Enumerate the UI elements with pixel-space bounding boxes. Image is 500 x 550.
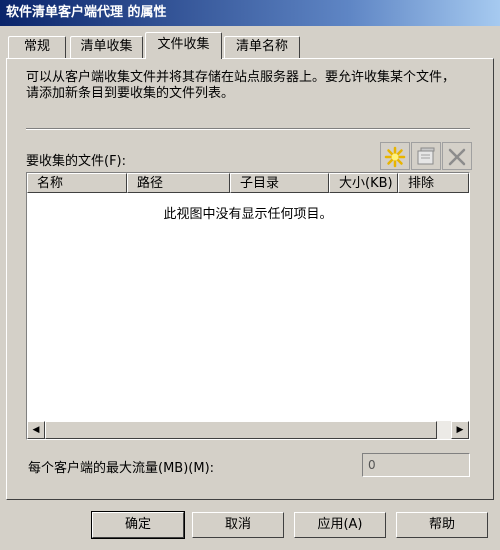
- file-list-label: 要收集的文件(F):: [26, 154, 127, 169]
- column-header-subdirectory[interactable]: 子目录: [230, 173, 329, 193]
- new-star-icon: [384, 146, 406, 168]
- empty-list-message: 此视图中没有显示任何项目。: [163, 207, 333, 222]
- new-entry-button[interactable]: [380, 142, 410, 170]
- delete-x-icon: [448, 148, 466, 166]
- file-list-view[interactable]: 名称 路径 子目录 大小(KB) 排除 此视图中没有显示任何项目。 ◀ ▶: [26, 172, 470, 440]
- window-title: 软件清单客户端代理 的属性: [0, 0, 500, 26]
- separator: [26, 128, 470, 130]
- ok-button[interactable]: 确定: [91, 511, 185, 539]
- description-text: 可以从客户端收集文件并将其存储在站点服务器上。要允许收集某个文件，请添加新条目到…: [26, 70, 456, 101]
- help-button[interactable]: 帮助: [396, 512, 488, 538]
- tab-inventory-names[interactable]: 清单名称: [224, 36, 300, 58]
- column-header-name[interactable]: 名称: [27, 173, 127, 193]
- horizontal-scrollbar[interactable]: ◀ ▶: [27, 421, 469, 439]
- max-bandwidth-field[interactable]: 0: [362, 453, 470, 477]
- scroll-thumb[interactable]: [45, 421, 437, 439]
- column-header-path[interactable]: 路径: [127, 173, 230, 193]
- cancel-button[interactable]: 取消: [192, 512, 284, 538]
- tab-inventory-collection[interactable]: 清单收集: [70, 36, 143, 58]
- scroll-left-button[interactable]: ◀: [27, 421, 45, 439]
- delete-button[interactable]: [442, 142, 472, 170]
- max-bandwidth-label: 每个客户端的最大流量(MB)(M):: [28, 461, 215, 476]
- properties-button[interactable]: [411, 142, 441, 170]
- tab-general[interactable]: 常规: [8, 36, 66, 58]
- column-header-exclude[interactable]: 排除: [398, 173, 469, 193]
- scroll-right-button[interactable]: ▶: [451, 421, 469, 439]
- list-header: 名称 路径 子目录 大小(KB) 排除: [27, 173, 469, 193]
- apply-button[interactable]: 应用(A): [294, 512, 386, 538]
- tab-file-collection[interactable]: 文件收集: [145, 32, 222, 59]
- column-header-size[interactable]: 大小(KB): [329, 173, 398, 193]
- properties-icon: [417, 147, 435, 165]
